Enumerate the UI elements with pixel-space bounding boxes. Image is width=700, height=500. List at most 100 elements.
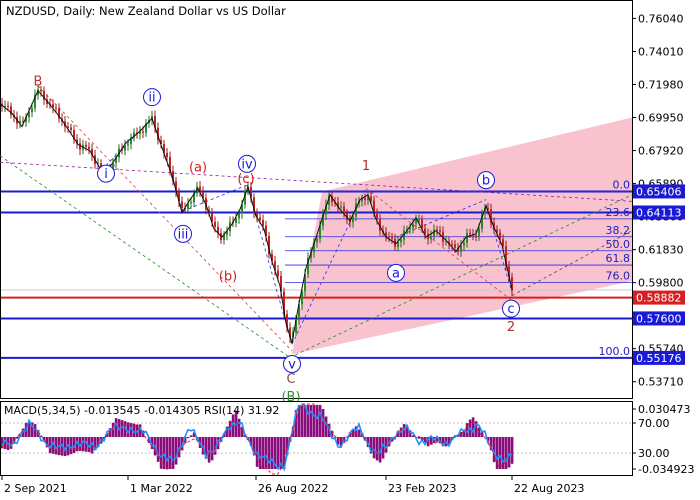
candle-body [340, 206, 342, 208]
candle-body [238, 213, 240, 219]
price-badge-label-1: 0.64113 [636, 206, 682, 219]
x-tick-label-3: 23 Feb 2023 [388, 482, 456, 495]
x-tick-label-2: 26 Aug 2022 [258, 482, 328, 495]
candle-body [376, 212, 378, 219]
y-tick-label-11: 0.53710 [638, 376, 684, 389]
x-axis: 2 Sep 2021 1 Mar 2022 26 Aug 2022 23 Feb 20… [1, 476, 584, 495]
macd-bar [471, 417, 475, 437]
wave-label-0: B [34, 74, 43, 89]
indicator-y-axis: 0.03047370.00 30.00 -0.034923 [632, 403, 694, 476]
fib-label-4: 61.8 [606, 252, 631, 265]
macd-bar [309, 405, 313, 437]
fib-label-3: 50.0 [606, 238, 631, 251]
macd-bar [114, 418, 118, 437]
candle-body [40, 89, 42, 92]
candle-body [412, 223, 414, 228]
wave-label-3: (a) [189, 161, 207, 176]
macd-bar [174, 437, 178, 465]
macd-bar [207, 437, 211, 463]
wave-label-11: c [507, 302, 514, 317]
candle-body [190, 202, 192, 204]
wave-label-12: 2 [507, 320, 515, 335]
ind-tick-label-0: 0.030473 [638, 403, 691, 416]
candle-body [7, 105, 9, 107]
wave-label-13: v [288, 357, 296, 372]
macd-bar [159, 437, 163, 469]
macd-bar [321, 408, 325, 437]
candle-body [454, 244, 456, 248]
candle-body [370, 196, 372, 201]
wave-label-14: C [286, 372, 295, 387]
macd-bar [510, 437, 514, 464]
price-chart: 0.023.638.250.061.876.0100.0 Biii (a) iv(c… [0, 0, 694, 495]
wave-label-4: iv [241, 157, 253, 172]
candle-body [70, 127, 72, 130]
candle-body [463, 242, 465, 246]
y-tick-label-4: 0.67920 [638, 145, 684, 158]
price-badges: 0.65406 0.64113 0.58882 0.57600 0.55176 [633, 184, 685, 365]
candle-body [430, 235, 432, 240]
candle-body [316, 238, 318, 243]
wave-label-6: iii [178, 227, 189, 242]
macd-bar [276, 437, 280, 469]
fib-label-6: 100.0 [599, 345, 631, 358]
macd-bar [267, 437, 271, 469]
y-tick-label-0: 0.76040 [638, 12, 684, 25]
candle-body [259, 217, 261, 220]
indicator-label: MACD(5,34,5) -0.013545 -0.014305 RSI(14)… [4, 404, 279, 417]
macd-bar [372, 437, 376, 459]
wave-label-7: (b) [219, 270, 237, 285]
candle-body [181, 201, 183, 208]
fib-label-1: 23.6 [606, 206, 631, 219]
candle-body [400, 239, 402, 243]
candle-body [31, 108, 33, 113]
fib-label-5: 76.0 [606, 270, 631, 283]
y-tick-label-1: 0.74010 [638, 45, 684, 58]
macd-bar [504, 437, 508, 469]
y-axis: 0.760400.740100.719800.699500.679200.658… [632, 12, 684, 389]
ind-tick-label-1: 70.00 [638, 417, 670, 430]
ind-tick-label-2: 30.00 [638, 447, 670, 460]
macd-bar [162, 437, 166, 469]
y-tick-label-3: 0.69950 [638, 112, 684, 125]
candle-body [142, 131, 144, 133]
candle-body [166, 152, 168, 158]
wave-label-5: (c) [237, 172, 254, 187]
candle-body [418, 219, 420, 221]
macd-bar [315, 405, 319, 437]
macd-bar [264, 437, 268, 469]
chart-title: NZDUSD, Daily: New Zealand Dollar vs US … [6, 4, 286, 18]
macd-bar [171, 437, 175, 469]
candle-body [478, 228, 480, 236]
candle-body [466, 232, 468, 243]
price-badge-label-2: 0.58882 [636, 292, 682, 305]
candle-body [475, 235, 477, 237]
macd-bar [15, 437, 19, 439]
candle-body [439, 230, 441, 232]
ind-tick-label-3: -0.034923 [638, 463, 694, 476]
macd-bar [156, 437, 160, 462]
price-badge-label-0: 0.65406 [636, 185, 682, 198]
y-tick-label-2: 0.71980 [638, 78, 684, 91]
wave-label-9: b [482, 174, 490, 189]
candle-body [55, 107, 57, 109]
macd-bar [261, 437, 265, 469]
candle-body [343, 206, 345, 213]
candle-body [352, 216, 354, 223]
candle-body [79, 143, 81, 150]
wave-label-8: 1 [362, 159, 370, 174]
macd-bar [210, 437, 214, 461]
macd-bar [300, 405, 304, 437]
macd-bar [312, 405, 316, 437]
macd-bar [498, 437, 502, 469]
candle-body [469, 232, 471, 235]
x-tick-label-1: 1 Mar 2022 [130, 482, 193, 495]
price-badge-label-4: 0.55176 [636, 352, 682, 365]
candle-body [451, 244, 453, 246]
macd-bar [501, 437, 505, 469]
macd-bar [165, 437, 169, 469]
candle-body [88, 146, 90, 149]
fib-label-2: 38.2 [606, 224, 631, 237]
macd-bar [474, 421, 478, 437]
macd-bar [507, 437, 511, 468]
